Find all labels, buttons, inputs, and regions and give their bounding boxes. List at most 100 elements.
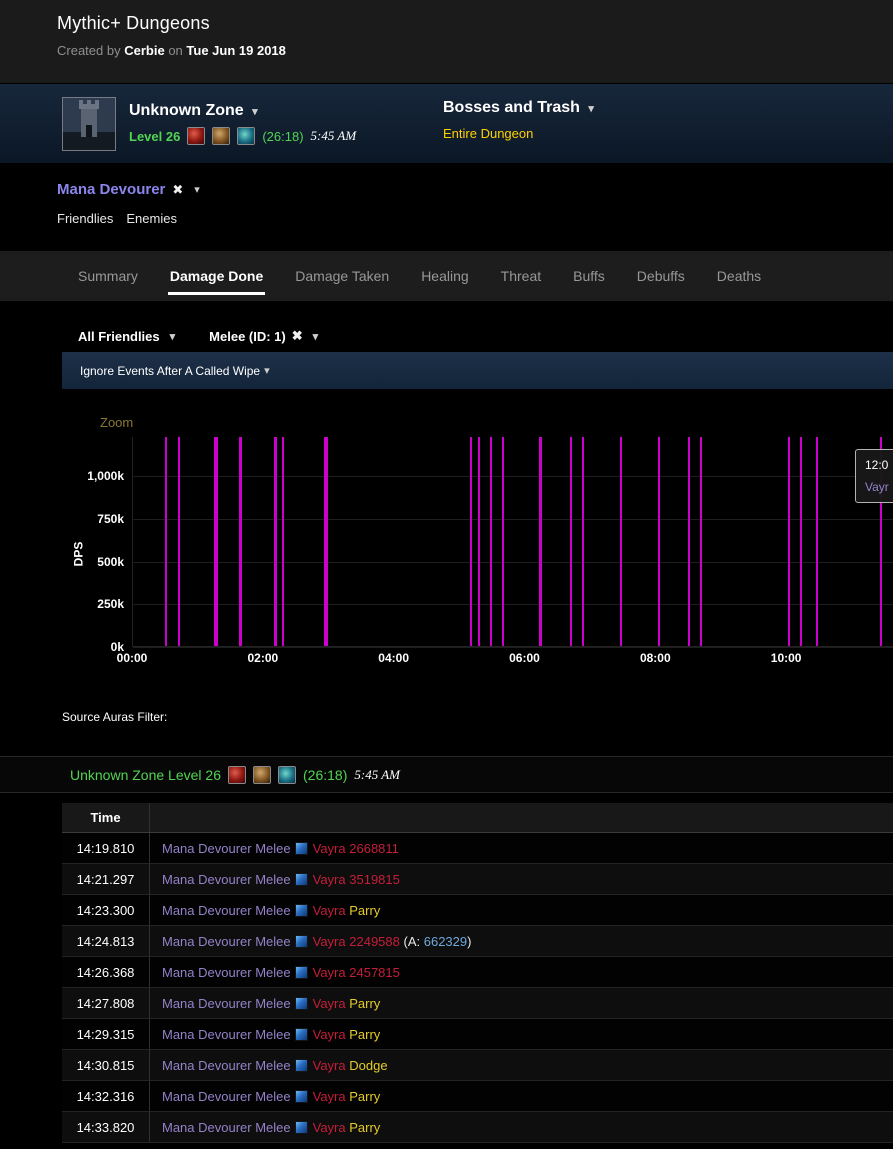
dps-spike xyxy=(502,437,504,646)
bosses-trash-dropdown[interactable]: Bosses and Trash ▾ xyxy=(443,99,594,117)
event-description: Mana Devourer MeleeVayra Parry xyxy=(150,895,893,925)
source-ability-link[interactable]: Mana Devourer Melee xyxy=(162,1089,291,1104)
chevron-down-icon: ▾ xyxy=(194,183,200,196)
chart-gridline xyxy=(133,604,893,605)
dps-spike xyxy=(239,437,242,646)
tab-threat[interactable]: Threat xyxy=(485,251,557,301)
zone-thumbnail-image xyxy=(62,97,116,151)
target-name-link[interactable]: Vayra xyxy=(313,872,346,887)
dps-spike xyxy=(816,437,818,646)
fight-selection-bar: Unknown Zone ▾ Level 26 (26:18) 5:45 AM … xyxy=(0,83,893,163)
report-byline: Created by Cerbie on Tue Jun 19 2018 xyxy=(57,43,893,58)
source-ability-link[interactable]: Mana Devourer Melee xyxy=(162,1058,291,1073)
dps-spike xyxy=(620,437,622,646)
bosses-trash-label: Bosses and Trash xyxy=(443,99,580,116)
dps-spike xyxy=(658,437,660,646)
tab-buffs[interactable]: Buffs xyxy=(557,251,621,301)
chart-gridline xyxy=(133,562,893,563)
dps-spike xyxy=(470,437,472,646)
report-author[interactable]: Cerbie xyxy=(124,43,164,58)
tab-friendlies[interactable]: Friendlies xyxy=(57,211,113,226)
dps-spike xyxy=(274,437,277,646)
target-name-link[interactable]: Vayra xyxy=(313,903,346,918)
y-axis-tick-label: 250k xyxy=(97,597,124,611)
source-ability-link[interactable]: Mana Devourer Melee xyxy=(162,934,291,949)
tab-enemies[interactable]: Enemies xyxy=(126,211,177,226)
target-name-link[interactable]: Vayra xyxy=(313,1120,346,1135)
selected-enemy-link[interactable]: Mana Devourer xyxy=(57,181,165,198)
ability-filter-label: Melee (ID: 1) xyxy=(209,329,286,344)
wipe-filter-label: Ignore Events After A Called Wipe xyxy=(80,364,260,378)
event-description: Mana Devourer MeleeVayra Dodge xyxy=(150,1050,893,1080)
source-ability-link[interactable]: Mana Devourer Melee xyxy=(162,996,291,1011)
table-row: 14:21.297Mana Devourer MeleeVayra 351981… xyxy=(62,864,893,895)
events-segment-header: Unknown Zone Level 26 (26:18) 5:45 AM xyxy=(0,756,893,793)
affix-icon-3 xyxy=(237,127,255,145)
target-name-link[interactable]: Vayra xyxy=(313,841,346,856)
fight-duration: (26:18) xyxy=(262,129,303,144)
zone-dropdown[interactable]: Unknown Zone ▾ xyxy=(129,102,356,120)
remove-filter-icon[interactable]: ✖ xyxy=(292,328,303,344)
zone-name: Unknown Zone xyxy=(129,102,244,119)
source-ability-link[interactable]: Mana Devourer Melee xyxy=(162,841,291,856)
tab-debuffs[interactable]: Debuffs xyxy=(621,251,701,301)
target-name-link[interactable]: Vayra xyxy=(313,965,346,980)
tab-damage-taken[interactable]: Damage Taken xyxy=(279,251,405,301)
chevron-down-icon: ▾ xyxy=(170,330,176,343)
x-axis-tick-label: 10:00 xyxy=(771,651,802,665)
event-description: Mana Devourer Melee Vayra 2668811 xyxy=(150,833,893,863)
event-timestamp: 14:27.808 xyxy=(62,988,150,1018)
x-axis: 00:0002:0004:0006:0008:0010:00 xyxy=(132,651,893,671)
dps-spike xyxy=(178,437,180,646)
event-description: Mana Devourer Melee Vayra Parry xyxy=(150,1081,893,1111)
damage-amount: 2668811 xyxy=(349,841,399,856)
chart-plot-area[interactable] xyxy=(132,437,893,647)
table-row: 14:26.368Mana Devourer MeleeVayra 245781… xyxy=(62,957,893,988)
tab-healing[interactable]: Healing xyxy=(405,251,484,301)
damage-amount: 2249588 xyxy=(349,934,400,949)
remove-enemy-icon[interactable]: ✖ xyxy=(172,182,183,198)
absorb-value: 662329 xyxy=(424,934,467,949)
event-description: Mana Devourer MeleeVayra Parry xyxy=(150,988,893,1018)
events-start-time: 5:45 AM xyxy=(354,767,400,783)
ability-icon xyxy=(295,966,308,979)
ability-filter-dropdown[interactable]: Melee (ID: 1) ✖ ▾ xyxy=(209,320,318,352)
dps-spike xyxy=(539,437,542,646)
tab-deaths[interactable]: Deaths xyxy=(701,251,777,301)
ability-icon xyxy=(295,873,308,886)
tab-summary[interactable]: Summary xyxy=(62,251,154,301)
x-axis-tick-label: 04:00 xyxy=(378,651,409,665)
source-ability-link[interactable]: Mana Devourer Melee xyxy=(162,903,291,918)
event-timestamp: 14:30.815 xyxy=(62,1050,150,1080)
dps-spike xyxy=(788,437,790,646)
events-fight-duration: (26:18) xyxy=(303,767,347,783)
chevron-down-icon: ▾ xyxy=(588,103,594,115)
enemy-selection-section: Mana Devourer ✖ ▾ Friendlies Enemies xyxy=(0,163,893,251)
target-name-link[interactable]: Vayra xyxy=(313,1027,346,1042)
wipe-filter-dropdown[interactable]: Ignore Events After A Called Wipe ▾ xyxy=(62,352,893,389)
event-description: Mana Devourer MeleeVayra 2457815 xyxy=(150,957,893,987)
avoidance-result: Parry xyxy=(349,1089,380,1104)
zoom-label: Zoom xyxy=(100,415,133,430)
target-name-link[interactable]: Vayra xyxy=(313,934,346,949)
event-column-header xyxy=(150,803,893,832)
event-description: Mana Devourer MeleeVayra Parry xyxy=(150,1112,893,1142)
friendlies-filter-label: All Friendlies xyxy=(78,329,160,344)
y-axis-tick-label: 1,000k xyxy=(87,469,124,483)
table-row: 14:23.300Mana Devourer MeleeVayra Parry xyxy=(62,895,893,926)
source-ability-link[interactable]: Mana Devourer Melee xyxy=(162,965,291,980)
target-name-link[interactable]: Vayra xyxy=(313,996,346,1011)
target-name-link[interactable]: Vayra xyxy=(313,1058,346,1073)
target-name-link[interactable]: Vayra xyxy=(313,1089,346,1104)
affix-icon-1 xyxy=(187,127,205,145)
event-timestamp: 14:26.368 xyxy=(62,957,150,987)
source-ability-link[interactable]: Mana Devourer Melee xyxy=(162,872,291,887)
damage-amount: 3519815 xyxy=(349,872,400,887)
tab-damage-done[interactable]: Damage Done xyxy=(154,251,279,301)
ability-icon xyxy=(295,935,308,948)
source-auras-filter-label: Source Auras Filter: xyxy=(62,710,893,725)
friendlies-filter-dropdown[interactable]: All Friendlies ▾ xyxy=(78,320,175,352)
dps-spike xyxy=(688,437,690,646)
source-ability-link[interactable]: Mana Devourer Melee xyxy=(162,1120,291,1135)
source-ability-link[interactable]: Mana Devourer Melee xyxy=(162,1027,291,1042)
